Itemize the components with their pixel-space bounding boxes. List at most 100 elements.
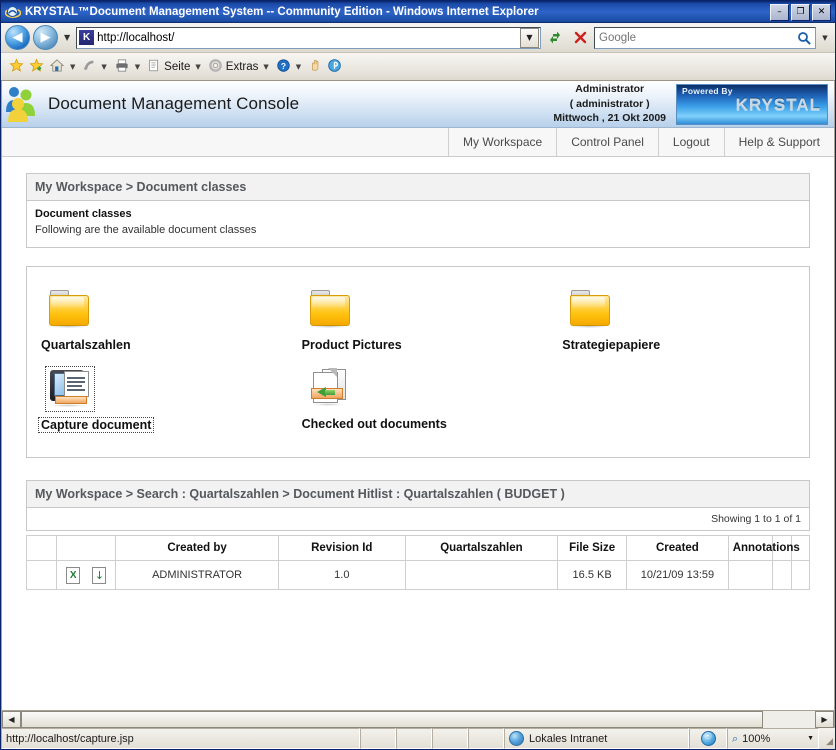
minimize-button[interactable]: – [770, 3, 789, 21]
feeds-caret-icon[interactable]: ▼ [99, 63, 108, 71]
forward-button[interactable]: ▶ [33, 25, 58, 50]
document-classes-panel: My Workspace > Document classes Document… [26, 173, 810, 248]
home-button[interactable]: ▼ [47, 56, 79, 77]
help-caret-icon[interactable]: ▼ [294, 63, 303, 71]
cell-actions: X ↓ [56, 559, 117, 590]
feeds-button[interactable]: ▼ [80, 56, 110, 77]
download-document-icon[interactable]: ↓ [91, 566, 107, 584]
status-slot-2 [396, 728, 432, 749]
document-class-strategiepapiere[interactable]: Strategiepapiere [548, 283, 809, 362]
col-file-size[interactable]: File Size [557, 534, 628, 561]
col-revision-id[interactable]: Revision Id [277, 534, 406, 561]
window-controls: – ❐ ✕ [770, 3, 833, 21]
browser-window: KRYSTAL™Document Management System -- Co… [0, 0, 836, 750]
open-excel-document-icon[interactable]: X [65, 566, 81, 584]
history-dropdown-icon[interactable]: ▼ [61, 33, 73, 42]
item-label[interactable]: Strategiepapiere [562, 338, 660, 352]
table-header-row: Created by Revision Id Quartalszahlen Fi… [25, 534, 811, 561]
app-nav-tabs: My Workspace Control Panel Logout Help &… [2, 128, 834, 157]
search-dropdown-icon[interactable]: ▼ [819, 34, 831, 42]
print-button[interactable]: ▼ [112, 56, 144, 77]
tools-gear-icon [208, 58, 223, 76]
address-dropdown-icon[interactable]: ▼ [520, 27, 539, 48]
item-label[interactable]: Checked out documents [302, 417, 447, 431]
zoom-level: 100% [742, 732, 771, 745]
action-checked-out-documents[interactable]: Checked out documents [288, 362, 549, 443]
ie-logo-icon [4, 4, 22, 20]
print-icon [114, 58, 130, 76]
search-input[interactable] [595, 30, 793, 45]
cell-created-by: ADMINISTRATOR [115, 559, 279, 590]
user-info: Administrator ( administrator ) Mittwoch… [553, 82, 676, 125]
cell-select [25, 559, 58, 590]
privacy-report-button[interactable]: ☉ [689, 728, 727, 749]
add-favorite-button[interactable] [27, 56, 46, 77]
favorites-center-button[interactable] [7, 56, 26, 77]
security-zone-label: Lokales Intranet [529, 732, 608, 745]
cell-extra-1 [772, 559, 792, 590]
app-banner: Document Management Console Administrato… [2, 81, 834, 128]
horizontal-scrollbar[interactable]: ◀ ▶ [1, 710, 835, 728]
scrollbar-thumb[interactable] [21, 711, 763, 728]
window-title: KRYSTAL™Document Management System -- Co… [25, 6, 539, 18]
close-button[interactable]: ✕ [812, 3, 831, 21]
col-annotations[interactable]: Annotations [727, 534, 800, 561]
scroll-right-button[interactable]: ▶ [815, 711, 834, 728]
cell-revision-id: 1.0 [277, 559, 406, 590]
hand-tool-button[interactable] [306, 56, 324, 77]
page-menu-button[interactable]: Seite ▼ [145, 56, 205, 77]
action-capture-document[interactable]: Capture document [27, 362, 288, 443]
nav-tab-logout[interactable]: Logout [657, 128, 724, 156]
tools-caret-icon[interactable]: ▼ [261, 63, 270, 71]
folder-icon[interactable] [308, 289, 354, 331]
table-row[interactable]: X ↓ ADMINISTRATOR 1.0 16.5 KB 10/21/09 1… [25, 559, 811, 590]
folder-icon[interactable] [568, 289, 614, 331]
col-actions [56, 534, 117, 561]
resize-grip-icon[interactable]: ◢ [819, 728, 835, 749]
back-button[interactable]: ◀ [5, 25, 30, 50]
tools-menu-button[interactable]: Extras ▼ [206, 56, 273, 77]
maximize-button[interactable]: ❐ [791, 3, 810, 21]
document-class-quartalszahlen[interactable]: Quartalszahlen [27, 283, 288, 362]
tools-menu-label: Extras [225, 60, 259, 73]
scrollbar-track[interactable] [21, 711, 815, 728]
address-input[interactable]: http://localhost/ [97, 32, 520, 44]
nav-tab-control-panel[interactable]: Control Panel [556, 128, 658, 156]
col-created-by[interactable]: Created by [115, 534, 279, 561]
plugin-button[interactable] [325, 56, 344, 77]
hitlist-showing-count: Showing 1 to 1 of 1 [711, 512, 801, 525]
help-button[interactable]: ? ▼ [274, 56, 305, 77]
page-caret-icon[interactable]: ▼ [193, 63, 202, 71]
print-caret-icon[interactable]: ▼ [133, 63, 142, 71]
zoom-magnifier-icon: ⌕ [732, 731, 739, 745]
zoom-control[interactable]: ⌕ 100% ▼ [727, 728, 819, 749]
panel-description: Document classes Following are the avail… [27, 201, 809, 247]
scroll-left-button[interactable]: ◀ [2, 711, 21, 728]
zoom-caret-icon[interactable]: ▼ [807, 735, 814, 742]
refresh-button[interactable] [544, 27, 566, 48]
panel-subheading: Following are the available document cla… [35, 223, 257, 236]
breadcrumb: My Workspace > Document classes [27, 174, 809, 201]
stop-button[interactable] [569, 27, 591, 48]
item-label[interactable]: Capture document [38, 416, 155, 433]
feeds-icon [82, 58, 96, 75]
col-doc-class[interactable]: Quartalszahlen [404, 534, 559, 561]
item-label[interactable]: Product Pictures [302, 338, 402, 352]
address-bar[interactable]: K http://localhost/ ▼ [76, 26, 541, 49]
search-icon[interactable] [793, 31, 815, 45]
col-created[interactable]: Created [626, 534, 729, 561]
status-slot-1 [360, 728, 396, 749]
scanner-capture-icon[interactable] [45, 365, 95, 412]
nav-tab-help-support[interactable]: Help & Support [723, 128, 834, 156]
security-zone[interactable]: Lokales Intranet [504, 728, 689, 749]
item-label[interactable]: Quartalszahlen [41, 338, 131, 352]
people-group-icon [2, 82, 48, 126]
folder-icon[interactable] [47, 289, 93, 331]
search-box[interactable] [594, 26, 816, 49]
document-class-grid: Quartalszahlen Product Pictures Strategi… [26, 265, 810, 458]
nav-tab-my-workspace[interactable]: My Workspace [448, 128, 556, 156]
checked-out-documents-icon[interactable] [308, 367, 354, 410]
intranet-globe-icon [509, 731, 524, 746]
document-class-product-pictures[interactable]: Product Pictures [288, 283, 549, 362]
home-caret-icon[interactable]: ▼ [68, 63, 77, 71]
